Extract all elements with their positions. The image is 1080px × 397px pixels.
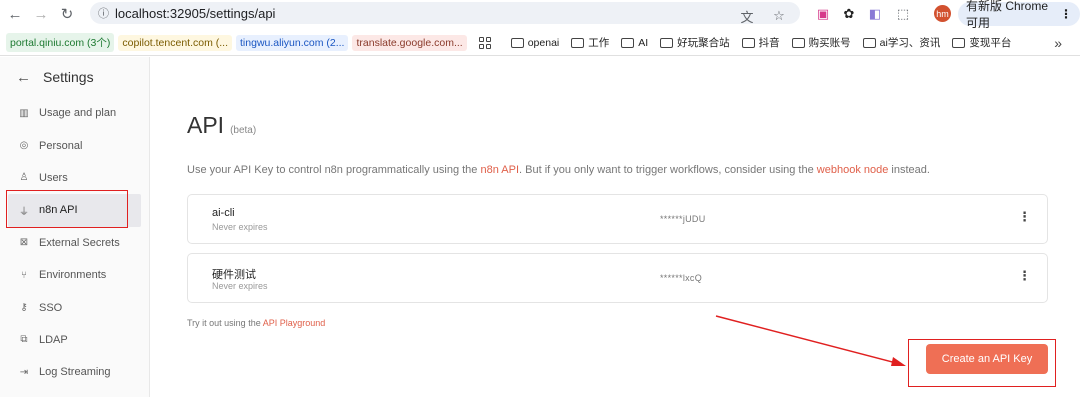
url-text: localhost:32905/settings/api [115, 5, 276, 21]
extensions-puzzle-icon[interactable]: ⬚ [892, 3, 914, 25]
bookmark-chip[interactable]: tingwu.aliyun.com (2... [236, 34, 349, 51]
browser-toolbar: ← → ↻ ⓘ localhost:32905/settings/api 文 ☆… [0, 0, 1080, 30]
description-text: Use your API Key to control n8n programm… [187, 164, 481, 176]
folder-icon [741, 37, 755, 48]
bookmarks-bar: portal.qiniu.com (3个) copilot.tencent.co… [0, 30, 1080, 56]
folder-label: 变现平台 [969, 37, 1012, 49]
api-playground-link[interactable]: API Playground [263, 318, 326, 328]
bookmark-chip[interactable]: copilot.tencent.com (... [118, 34, 233, 51]
sidebar-item-label: Users [39, 171, 68, 184]
folder-label: openai [527, 36, 560, 49]
sidebar-item-external-secrets[interactable]: ⊠ External Secrets [0, 227, 141, 259]
folder-icon [571, 37, 585, 48]
sidebar-item-personal[interactable]: ◎ Personal [0, 129, 141, 161]
forward-icon[interactable]: → [30, 3, 52, 25]
api-key-name: 硬件测试 [212, 269, 256, 281]
page-title-text: API [187, 112, 225, 138]
api-key-masked-value: ******lxcQ [660, 273, 703, 283]
bookmark-folder[interactable]: AI [621, 37, 648, 49]
bookmark-folder[interactable]: ai学习、资讯 [862, 35, 941, 50]
vault-icon: ⊠ [19, 237, 29, 249]
api-key-card: ai-cli Never expires ******jUDU ⋮ [187, 194, 1048, 244]
chrome-update-label: 有新版 Chrome 可用 [966, 0, 1049, 30]
profile-avatar[interactable]: hm [934, 5, 951, 22]
apps-grid-icon[interactable] [478, 36, 491, 49]
annotation-highlight-box [908, 339, 1056, 387]
bookmark-star-icon[interactable]: ☆ [768, 5, 790, 27]
reload-icon[interactable]: ↻ [56, 3, 78, 25]
folder-icon [660, 37, 674, 48]
folder-label: 好玩聚合站 [677, 37, 730, 49]
page-title: API (beta) [187, 112, 256, 139]
n8n-api-link[interactable]: n8n API [480, 164, 519, 176]
bookmarks-overflow-icon[interactable]: » [1054, 35, 1062, 51]
sidebar-item-label: SSO [39, 301, 63, 314]
beta-badge: (beta) [230, 125, 257, 136]
folder-icon [510, 37, 524, 48]
user-circle-icon: ◎ [19, 140, 29, 152]
sidebar-item-label: Environments [39, 269, 107, 282]
sidebar-title: Settings [43, 69, 94, 85]
bookmark-folder[interactable]: 购买账号 [791, 35, 851, 50]
back-icon[interactable]: ← [4, 3, 26, 25]
bookmark-folder[interactable]: 好玩聚合站 [660, 35, 730, 50]
more-vertical-icon: ⋮ [1060, 7, 1072, 21]
sidebar-item-ldap[interactable]: ⧉ LDAP [0, 324, 141, 356]
sidebar-item-label: Usage and plan [39, 107, 117, 120]
more-vertical-icon[interactable]: ⋮ [1018, 268, 1031, 284]
folder-label: AI [638, 36, 649, 49]
annotation-highlight-box [6, 190, 128, 228]
sidebar-item-label: Log Streaming [39, 366, 111, 379]
folder-icon [791, 37, 805, 48]
api-key-name: ai-cli [212, 207, 235, 219]
bookmark-chip[interactable]: portal.qiniu.com (3个) [6, 33, 115, 52]
branch-icon: ⑂ [21, 269, 27, 281]
api-key-expiry: Never expires [212, 281, 268, 291]
folder-label: ai学习、资讯 [879, 37, 941, 49]
user-icon: ♙ [19, 172, 29, 184]
more-vertical-icon[interactable]: ⋮ [1018, 209, 1031, 225]
site-info-icon[interactable]: ⓘ [98, 5, 109, 21]
bookmark-chip[interactable]: translate.google.com... [352, 34, 467, 51]
translate-icon[interactable]: 文 [736, 5, 758, 27]
extension-icon[interactable]: ▣ [812, 3, 834, 25]
sidebar-item-label: External Secrets [39, 236, 120, 249]
webhook-node-link[interactable]: webhook node [817, 164, 889, 176]
try-it-hint: Try it out using the API Playground [187, 318, 325, 328]
extension-icon[interactable]: ◧ [864, 3, 886, 25]
description-text: instead. [888, 164, 930, 176]
api-key-expiry: Never expires [212, 222, 268, 232]
api-key-card: 硬件测试 Never expires ******lxcQ ⋮ [187, 253, 1048, 303]
sidebar-item-sso[interactable]: ⚷ SSO [0, 291, 141, 323]
back-arrow-icon[interactable]: ← [16, 69, 31, 86]
folder-label: 购买账号 [808, 37, 851, 49]
key-icon: ⚷ [20, 302, 28, 314]
sidebar-item-label: LDAP [39, 333, 68, 346]
sidebar-header: ← Settings [0, 57, 149, 97]
bookmark-folder[interactable]: 工作 [571, 35, 609, 50]
api-description: Use your API Key to control n8n programm… [187, 164, 930, 176]
sidebar-item-usage-and-plan[interactable]: ▥ Usage and plan [0, 97, 141, 129]
folder-label: 工作 [588, 37, 610, 49]
folder-icon [952, 37, 966, 48]
network-icon: ⧉ [20, 334, 28, 346]
bookmark-folder[interactable]: 变现平台 [952, 35, 1011, 50]
log-icon: ⇥ [19, 366, 29, 378]
description-text: . But if you only want to trigger workfl… [519, 164, 817, 176]
try-it-text: Try it out using the [187, 318, 263, 328]
sidebar-item-label: Personal [39, 139, 83, 152]
sidebar-item-log-streaming[interactable]: ⇥ Log Streaming [0, 356, 141, 388]
extension-icon[interactable]: ✿ [838, 3, 860, 25]
bookmark-folder[interactable]: 抖音 [741, 35, 780, 50]
bookmark-folder[interactable]: openai [510, 36, 560, 49]
folder-label: 抖音 [758, 37, 780, 49]
folder-icon [862, 37, 876, 48]
address-bar[interactable]: ⓘ localhost:32905/settings/api 文 ☆ [90, 2, 800, 27]
folder-icon [621, 37, 635, 48]
chrome-update-button[interactable]: 有新版 Chrome 可用 ⋮ [958, 0, 1080, 30]
sidebar-item-environments[interactable]: ⑂ Environments [0, 259, 141, 291]
chart-icon: ▥ [19, 107, 29, 119]
api-key-masked-value: ******jUDU [660, 214, 706, 224]
